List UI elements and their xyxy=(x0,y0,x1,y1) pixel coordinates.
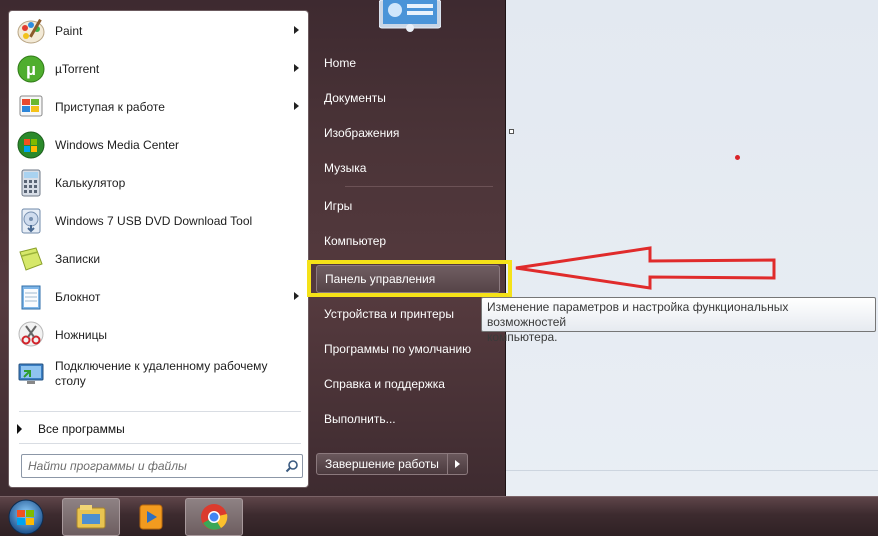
chrome-icon xyxy=(201,504,228,530)
program-label: Paint xyxy=(55,23,83,38)
media-player-icon xyxy=(139,504,163,530)
program-item-calculator[interactable]: Калькулятор xyxy=(11,164,307,202)
tooltip-line-1: Изменение параметров и настройка функцио… xyxy=(487,300,789,329)
program-label: Подключение к удаленному рабочему столу xyxy=(55,359,268,388)
taskbar-chrome-button[interactable] xyxy=(185,498,243,536)
calculator-icon xyxy=(15,167,47,199)
program-item-notepad[interactable]: Блокнот xyxy=(11,278,307,316)
menu-item-music[interactable]: Музыка xyxy=(316,154,500,182)
notepad-icon xyxy=(15,281,47,313)
program-item-snipping-tool[interactable]: Ножницы xyxy=(11,316,307,354)
paint-icon xyxy=(15,15,47,47)
shutdown-button[interactable]: Завершение работы xyxy=(316,453,448,475)
program-label: Windows 7 USB DVD Download Tool xyxy=(55,213,253,228)
menu-item-pictures[interactable]: Изображения xyxy=(316,119,500,147)
svg-text:µ: µ xyxy=(26,60,36,79)
search-box[interactable] xyxy=(21,454,303,478)
menu-item-default-programs[interactable]: Программы по умолчанию xyxy=(316,335,500,363)
program-label: Ножницы xyxy=(55,327,108,342)
programs-separator xyxy=(19,411,301,412)
menu-item-devices-printers[interactable]: Устройства и принтеры xyxy=(316,300,500,328)
taskbar-media-player-button[interactable] xyxy=(122,498,180,536)
start-menu: Paint µ µTorrent Приступая к работе Wind… xyxy=(0,0,512,496)
all-programs-label: Все программы xyxy=(38,422,125,436)
expand-arrow-icon xyxy=(17,424,22,434)
program-item-paint[interactable]: Paint xyxy=(11,12,307,50)
menu-item-computer[interactable]: Компьютер xyxy=(316,227,500,255)
program-item-getting-started[interactable]: Приступая к работе xyxy=(11,88,307,126)
submenu-arrow-icon[interactable] xyxy=(294,292,299,300)
menu-item-games[interactable]: Игры xyxy=(316,192,500,220)
tooltip: Изменение параметров и настройка функцио… xyxy=(481,297,876,344)
program-item-media-center[interactable]: Windows Media Center xyxy=(11,126,307,164)
menu-item-help-support[interactable]: Справка и поддержка xyxy=(316,370,500,398)
programs-pane: Paint µ µTorrent Приступая к работе Wind… xyxy=(8,10,309,488)
program-item-remote-desktop[interactable]: Подключение к удаленному рабочему столу xyxy=(11,354,307,394)
menu-item-documents[interactable]: Документы xyxy=(316,84,500,112)
remote-desktop-icon xyxy=(15,358,47,390)
menu-separator xyxy=(345,186,493,187)
getting-started-icon xyxy=(15,91,47,123)
search-input[interactable] xyxy=(28,456,282,476)
all-programs-button[interactable]: Все программы xyxy=(17,419,125,439)
usb-dvd-tool-icon xyxy=(15,205,47,237)
program-label: Windows Media Center xyxy=(55,137,180,152)
windows-explorer-icon xyxy=(76,505,106,529)
submenu-arrow-icon[interactable] xyxy=(294,26,299,34)
shutdown-control: Завершение работы xyxy=(316,453,468,475)
menu-item-run[interactable]: Выполнить... xyxy=(316,405,500,433)
annotation-highlight-box xyxy=(307,260,512,297)
red-dot-marker xyxy=(735,155,740,160)
menu-item-home[interactable]: Home xyxy=(316,49,500,77)
annotation-arrow-icon xyxy=(515,246,776,290)
sticky-notes-icon xyxy=(15,243,47,275)
user-picture-icon[interactable] xyxy=(379,0,441,32)
scissors-icon xyxy=(15,319,47,351)
taskbar-explorer-button[interactable] xyxy=(62,498,120,536)
program-label: Блокнот xyxy=(55,289,101,304)
program-item-sticky-notes[interactable]: Записки xyxy=(11,240,307,278)
program-label: Записки xyxy=(55,251,101,266)
submenu-arrow-icon[interactable] xyxy=(294,102,299,110)
program-item-usb-dvd-tool[interactable]: Windows 7 USB DVD Download Tool xyxy=(11,202,307,240)
utorrent-icon: µ xyxy=(15,53,47,85)
media-center-icon xyxy=(15,129,47,161)
tooltip-line-2: компьютера. xyxy=(487,330,558,344)
desktop-divider xyxy=(506,470,878,471)
start-orb-icon[interactable] xyxy=(5,498,47,536)
program-label: µTorrent xyxy=(55,61,100,76)
chevron-right-icon xyxy=(454,460,460,468)
submenu-arrow-icon[interactable] xyxy=(294,64,299,72)
taskbar xyxy=(0,496,878,536)
program-label: Приступая к работе xyxy=(55,99,165,114)
shutdown-options-button[interactable] xyxy=(447,453,468,475)
program-item-utorrent[interactable]: µ µTorrent xyxy=(11,50,307,88)
resize-handle[interactable] xyxy=(509,129,514,134)
search-separator xyxy=(19,443,301,444)
program-label: Калькулятор xyxy=(55,175,126,190)
search-icon[interactable] xyxy=(282,456,302,476)
